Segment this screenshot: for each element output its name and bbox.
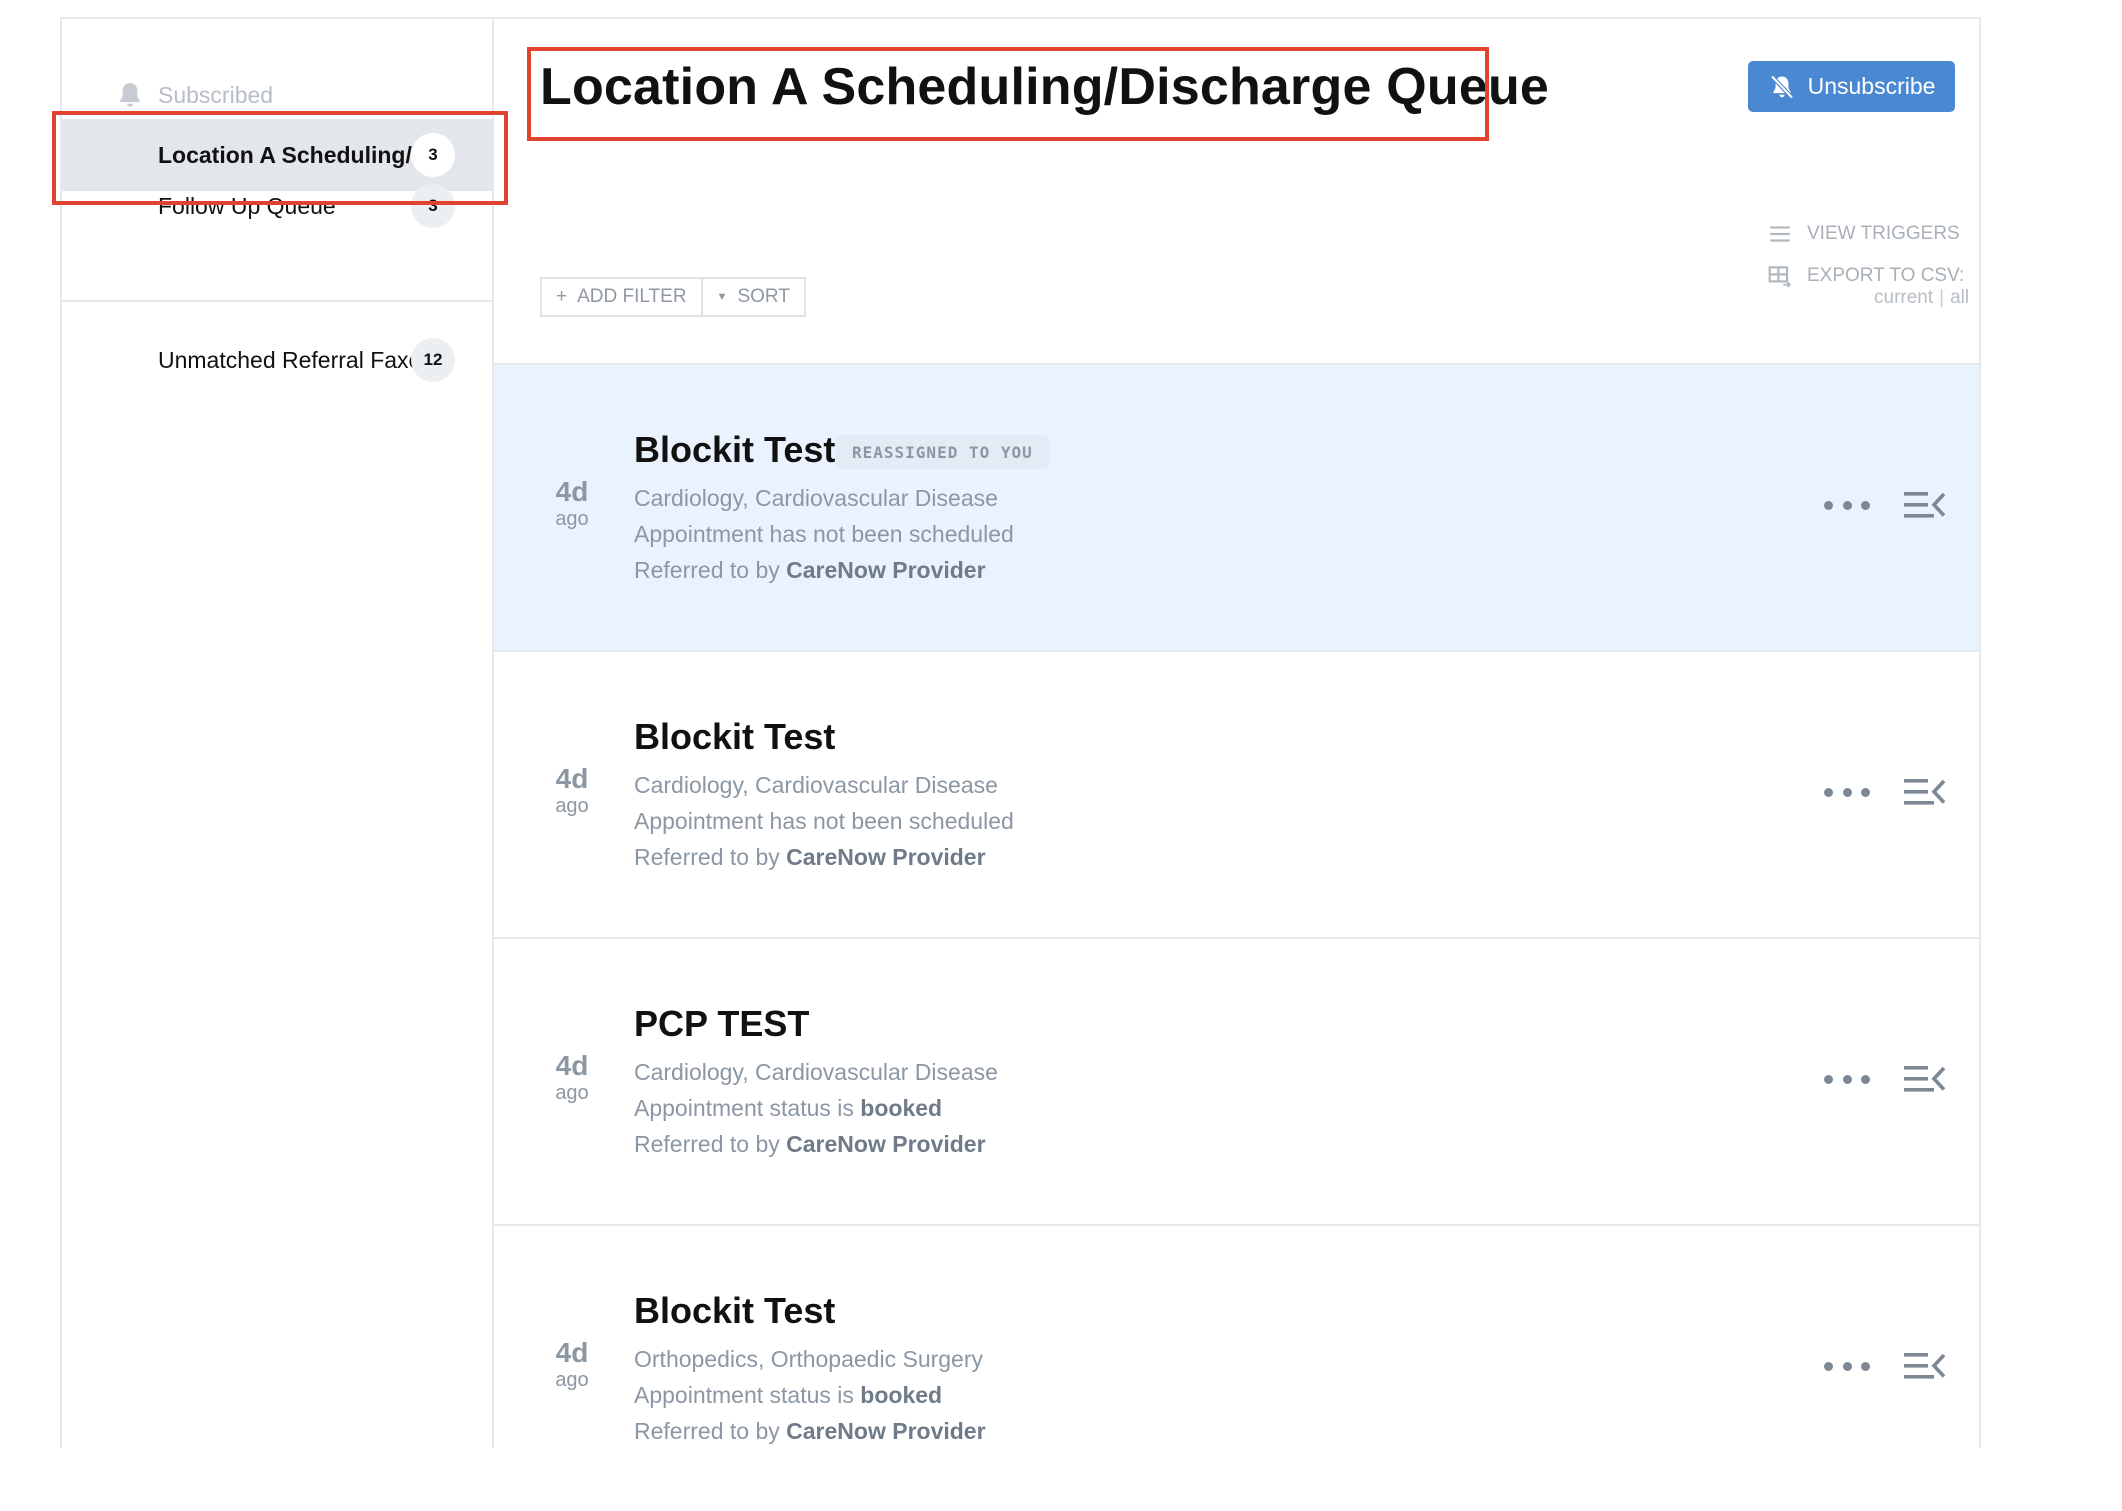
specialty-text: Orthopedics, Orthopaedic Surgery xyxy=(634,1346,984,1372)
age-unit: ago xyxy=(555,1082,589,1104)
age-indicator: 4d ago xyxy=(542,477,602,531)
sidebar-divider xyxy=(62,300,492,302)
bell-icon xyxy=(120,83,140,107)
filter-bar: + ADD FILTER ▼ SORT xyxy=(540,277,806,317)
status-value: booked xyxy=(860,1382,943,1408)
export-current-link[interactable]: current xyxy=(1874,287,1933,308)
provider-name: CareNow Provider xyxy=(786,1418,986,1444)
specialty-text: Cardiology, Cardiovascular Disease xyxy=(634,485,998,511)
move-to-queue-icon[interactable] xyxy=(1902,1348,1946,1384)
move-to-queue-icon[interactable] xyxy=(1902,487,1946,523)
age-indicator: 4d ago xyxy=(542,764,602,818)
unsubscribe-label: Unsubscribe xyxy=(1807,73,1936,99)
list-icon xyxy=(1770,226,1790,242)
sort-label: SORT xyxy=(737,286,790,307)
sidebar-item-unmatched-referral-faxes[interactable]: Unmatched Referral Faxes 12 xyxy=(62,324,492,396)
view-triggers-link[interactable]: VIEW TRIGGERS xyxy=(1767,221,1960,247)
age-indicator: 4d ago xyxy=(542,1051,602,1105)
unsubscribe-button[interactable]: Unsubscribe xyxy=(1748,61,1955,112)
subscribed-label: Subscribed xyxy=(158,81,274,108)
move-to-queue-icon[interactable] xyxy=(1902,1061,1946,1097)
sidebar: Subscribed Location A Scheduling/Dischar… xyxy=(62,19,494,1448)
sidebar-item-label: Unmatched Referral Faxes xyxy=(158,346,433,373)
more-options-icon[interactable] xyxy=(1824,1069,1870,1089)
table-export-icon xyxy=(1768,266,1792,288)
patient-name: Blockit Test xyxy=(634,429,836,470)
status-text: Appointment has not been scheduled xyxy=(634,808,1014,834)
bell-off-icon xyxy=(1770,74,1794,99)
age-value: 4d xyxy=(555,1337,589,1368)
patient-name: Blockit Test xyxy=(634,716,836,757)
referred-by-text: Referred to by CareNow Provider xyxy=(634,1131,986,1157)
status-text: Appointment status is booked xyxy=(634,1095,943,1121)
age-indicator: 4d ago xyxy=(542,1338,602,1392)
more-options-icon[interactable] xyxy=(1824,782,1870,802)
referred-by-text: Referred to by CareNow Provider xyxy=(634,1418,986,1444)
provider-name: CareNow Provider xyxy=(786,844,986,870)
plus-icon: + xyxy=(556,286,568,307)
provider-name: CareNow Provider xyxy=(786,557,986,583)
referral-card[interactable]: 4d ago Blockit Test REASSIGNED TO YOU Ca… xyxy=(494,363,1979,650)
referral-card[interactable]: 4d ago Blockit Test Cardiology, Cardiova… xyxy=(494,650,1979,937)
count-badge: 12 xyxy=(411,338,455,382)
caret-down-icon: ▼ xyxy=(716,291,728,303)
age-unit: ago xyxy=(555,508,589,530)
patient-name: PCP TEST xyxy=(634,1003,810,1044)
export-csv-label-row: EXPORT TO CSV: xyxy=(1767,263,1964,289)
referral-card[interactable]: 4d ago PCP TEST Cardiology, Cardiovascul… xyxy=(494,937,1979,1224)
age-value: 4d xyxy=(555,1050,589,1081)
patient-name: Blockit Test xyxy=(634,1290,836,1331)
subscribed-header: Subscribed xyxy=(114,75,273,115)
provider-name: CareNow Provider xyxy=(786,1131,986,1157)
add-filter-label: ADD FILTER xyxy=(577,286,687,307)
age-unit: ago xyxy=(555,795,589,817)
more-options-icon[interactable] xyxy=(1824,495,1870,515)
export-separator: | xyxy=(1939,287,1945,308)
main-content: Location A Scheduling/Discharge Queue Un… xyxy=(494,19,1979,1448)
sort-button[interactable]: ▼ SORT xyxy=(702,277,806,317)
status-value: booked xyxy=(860,1095,943,1121)
referred-by-text: Referred to by CareNow Provider xyxy=(634,844,986,870)
referred-by-text: Referred to by CareNow Provider xyxy=(634,557,986,583)
move-to-queue-icon[interactable] xyxy=(1902,774,1946,810)
status-text: Appointment status is booked xyxy=(634,1382,943,1408)
age-unit: ago xyxy=(555,1369,589,1391)
export-all-link[interactable]: all xyxy=(1950,287,1969,308)
view-triggers-label: VIEW TRIGGERS xyxy=(1807,223,1960,244)
referral-card[interactable]: 4d ago Blockit Test Orthopedics, Orthopa… xyxy=(494,1224,1979,1511)
age-value: 4d xyxy=(555,476,589,507)
more-options-icon[interactable] xyxy=(1824,1356,1870,1376)
export-options: current | all xyxy=(1874,287,1969,309)
highlight-box-title xyxy=(527,47,1489,141)
age-value: 4d xyxy=(555,763,589,794)
specialty-text: Cardiology, Cardiovascular Disease xyxy=(634,1059,998,1085)
export-csv-label: EXPORT TO CSV: xyxy=(1807,265,1965,286)
status-text: Appointment has not been scheduled xyxy=(634,521,1014,547)
highlight-box-sidebar xyxy=(52,111,508,205)
specialty-text: Cardiology, Cardiovascular Disease xyxy=(634,772,998,798)
add-filter-button[interactable]: + ADD FILTER xyxy=(540,277,703,317)
reassigned-badge: REASSIGNED TO YOU xyxy=(836,435,1049,469)
